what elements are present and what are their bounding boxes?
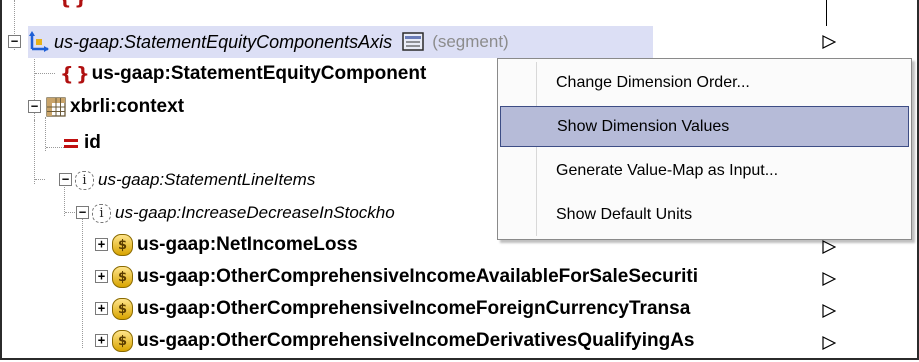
tree-row-id[interactable]: id bbox=[64, 127, 101, 159]
axis-label: us-gaap:StatementEquityComponentsAxis bbox=[54, 31, 393, 52]
tree-row-item[interactable]: $ us-gaap:OtherComprehensiveIncomeAvaila… bbox=[112, 261, 822, 293]
increase-label: us-gaap:IncreaseDecreaseInStockho bbox=[115, 203, 395, 222]
item-label: us-gaap:OtherComprehensiveIncomeDerivati… bbox=[137, 330, 695, 351]
context-menu: Change Dimension Order... Show Dimension… bbox=[497, 58, 912, 240]
connector-icon[interactable] bbox=[822, 272, 836, 286]
item-label: us-gaap:OtherComprehensiveIncomeAvailabl… bbox=[137, 266, 699, 287]
menu-item-label: Generate Value-Map as Input... bbox=[556, 161, 779, 179]
tree-row-axis[interactable]: us-gaap:StatementEquityComponentsAxis (s… bbox=[28, 26, 653, 58]
tree-row-item[interactable]: $ us-gaap:NetIncomeLoss bbox=[112, 229, 358, 261]
menu-item-generate-value-map[interactable]: Generate Value-Map as Input... bbox=[500, 150, 909, 191]
value-map-icon[interactable] bbox=[402, 32, 424, 52]
element-braces-icon: { } bbox=[58, 0, 88, 9]
dimension-axis-icon bbox=[28, 31, 50, 53]
tree-row-statement-equity-component[interactable]: { } us-gaap:StatementEquityComponent bbox=[60, 58, 426, 90]
menu-item-label: Show Default Units bbox=[556, 205, 693, 223]
collapse-toggle-context[interactable]: − bbox=[28, 100, 41, 113]
tree-row-item[interactable]: $ us-gaap:OtherComprehensiveIncomeDeriva… bbox=[112, 325, 822, 357]
connector-icon[interactable] bbox=[822, 240, 836, 254]
connector-icon[interactable] bbox=[822, 35, 836, 49]
monetary-icon: $ bbox=[112, 266, 133, 288]
expand-toggle-item[interactable]: + bbox=[95, 302, 108, 315]
tree-row-context[interactable]: xbrli:context bbox=[46, 91, 184, 123]
collapse-toggle-increase[interactable]: − bbox=[76, 206, 89, 219]
expand-toggle-item[interactable]: + bbox=[95, 334, 108, 347]
menu-item-change-dimension-order[interactable]: Change Dimension Order... bbox=[500, 62, 909, 103]
id-label: id bbox=[84, 132, 101, 153]
collapse-toggle-axis[interactable]: − bbox=[8, 35, 21, 48]
attribute-icon bbox=[64, 138, 78, 148]
info-icon: i bbox=[75, 170, 94, 190]
item-label: us-gaap:NetIncomeLoss bbox=[137, 234, 358, 255]
item-label: us-gaap:OtherComprehensiveIncomeForeignC… bbox=[137, 298, 691, 319]
menu-item-label: Change Dimension Order... bbox=[556, 73, 750, 91]
tree-row-clipped: { } bbox=[58, 0, 95, 14]
expand-toggle-item[interactable]: + bbox=[95, 238, 108, 251]
monetary-icon: $ bbox=[112, 330, 133, 352]
lineitems-label: us-gaap:StatementLineItems bbox=[98, 170, 316, 189]
element-braces-icon: { } bbox=[60, 63, 90, 85]
tree-row-statement-line-items[interactable]: i us-gaap:StatementLineItems bbox=[75, 164, 315, 196]
connector-icon[interactable] bbox=[822, 336, 836, 350]
menu-item-show-dimension-values[interactable]: Show Dimension Values bbox=[500, 106, 909, 147]
component-label: us-gaap:StatementEquityComponent bbox=[91, 63, 427, 84]
grid-icon bbox=[46, 97, 66, 117]
tree-row-increase-decrease[interactable]: i us-gaap:IncreaseDecreaseInStockho bbox=[92, 197, 395, 229]
connector-icon[interactable] bbox=[822, 304, 836, 318]
monetary-icon: $ bbox=[112, 298, 133, 320]
panel-divider bbox=[826, 0, 827, 26]
expand-toggle-item[interactable]: + bbox=[95, 270, 108, 283]
clipped-label bbox=[90, 0, 95, 9]
menu-item-show-default-units[interactable]: Show Default Units bbox=[500, 194, 909, 235]
info-icon: i bbox=[92, 203, 111, 223]
collapse-toggle-lineitems[interactable]: − bbox=[59, 173, 72, 186]
context-label: xbrli:context bbox=[70, 96, 185, 117]
menu-item-label: Show Dimension Values bbox=[557, 117, 730, 135]
segment-suffix: (segment) bbox=[432, 32, 509, 51]
monetary-icon: $ bbox=[112, 234, 133, 256]
tree-row-item[interactable]: $ us-gaap:OtherComprehensiveIncomeForeig… bbox=[112, 293, 822, 325]
